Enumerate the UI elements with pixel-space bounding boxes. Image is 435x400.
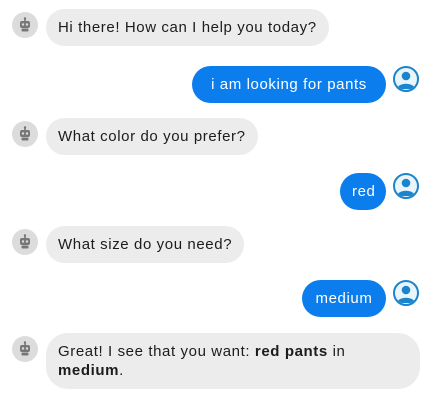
user-message-bubble: i am looking for pants bbox=[192, 66, 386, 103]
bot-message-bubble: What color do you prefer? bbox=[46, 118, 258, 155]
bot-message-bubble: What size do you need? bbox=[46, 226, 245, 263]
user-message-bubble: medium bbox=[302, 280, 386, 317]
user-icon bbox=[393, 280, 419, 306]
message-bold-size: medium bbox=[58, 362, 120, 379]
message-text: Great! I see that you want: bbox=[58, 343, 255, 360]
robot-icon bbox=[12, 121, 38, 147]
robot-icon bbox=[12, 12, 38, 38]
robot-icon bbox=[12, 336, 38, 362]
user-message-bubble: red bbox=[340, 173, 386, 210]
bot-message-bubble: Hi there! How can I help you today? bbox=[46, 9, 329, 46]
user-icon bbox=[393, 66, 419, 92]
message-text: . bbox=[119, 362, 124, 379]
bot-message-bubble: Great! I see that you want: red pants in… bbox=[46, 333, 420, 389]
message-text: in bbox=[327, 343, 346, 360]
message-bold-product: red pants bbox=[254, 343, 328, 360]
robot-icon bbox=[12, 229, 38, 255]
user-icon bbox=[393, 173, 419, 199]
